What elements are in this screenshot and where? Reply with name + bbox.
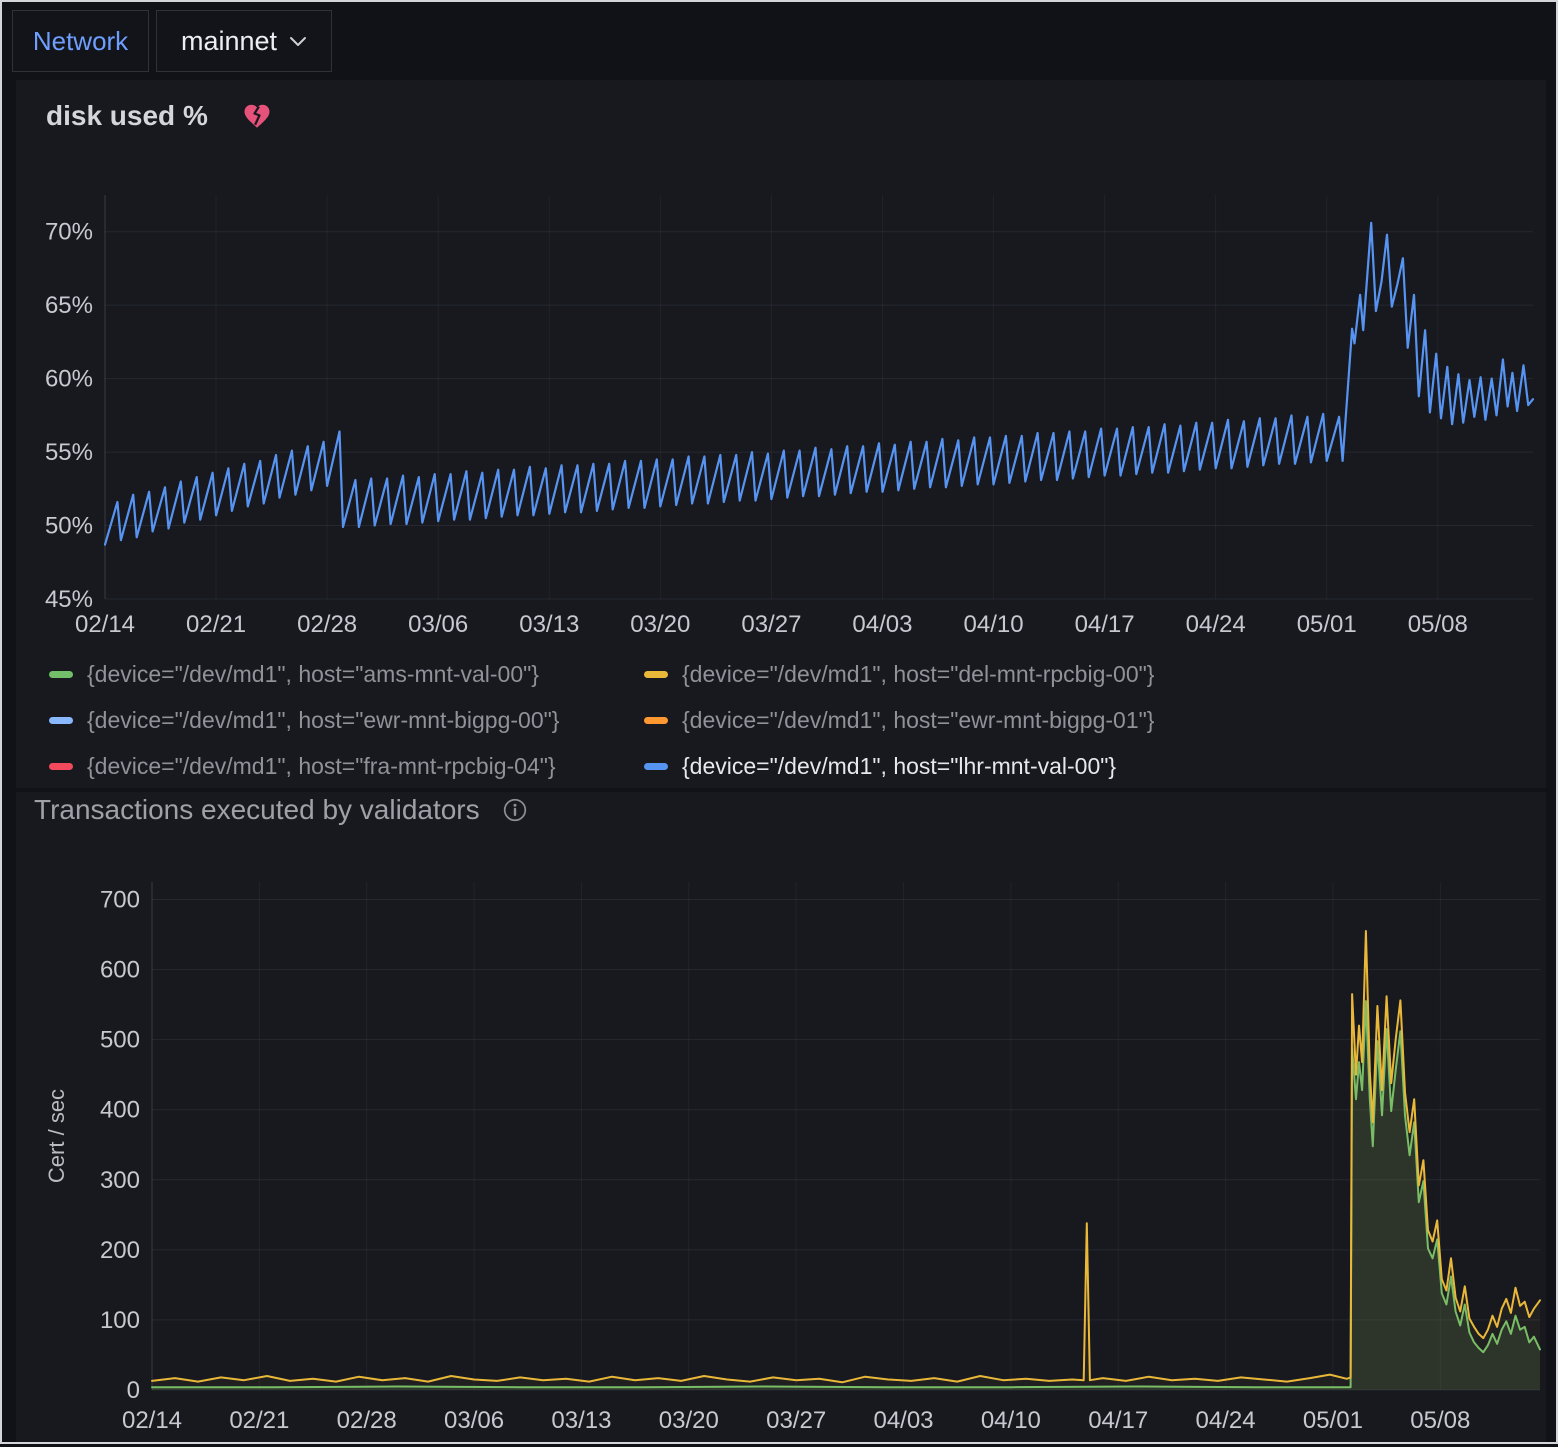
legend-item-3[interactable]: {device="/dev/md1", host="ewr-mnt-bigpg-… [644,704,1154,737]
y-tick-label: 400 [100,1097,140,1124]
x-tick-label: 03/20 [659,1407,719,1434]
x-tick-label: 02/21 [229,1407,289,1434]
disk-legend: {device="/dev/md1", host="ams-mnt-val-00… [49,658,1154,783]
x-tick-label: 03/27 [766,1407,826,1434]
legend-item-5[interactable]: {device="/dev/md1", host="lhr-mnt-val-00… [644,750,1154,783]
legend-series-color-chip [644,717,668,724]
x-tick-label: 03/13 [551,1407,611,1434]
tx-chart-svg[interactable]: 02/14 02/21 02/28 03/06 03/13 03/20 03/27 04/03… [16,852,1546,1442]
y-tick-label: 70% [45,219,93,246]
legend-series-label: {device="/dev/md1", host="ewr-mnt-bigpg-… [87,704,559,737]
x-tick-label: 04/03 [852,611,912,638]
disk-used-chart[interactable]: 02/14 02/21 02/28 03/06 03/13 03/20 03/27 04/03… [16,180,1546,655]
x-tick-label: 03/06 [444,1407,504,1434]
y-tick-label: 600 [100,957,140,984]
legend-series-color-chip [644,671,668,678]
transactions-chart[interactable]: 02/14 02/21 02/28 03/06 03/13 03/20 03/27 04/03… [16,852,1546,1447]
y-tick-label: 300 [100,1167,140,1194]
panel-transactions: Transactions executed by validators Cert… [16,792,1546,1442]
legend-series-label: {device="/dev/md1", host="ams-mnt-val-00… [87,658,539,691]
legend-series-color-chip [49,763,73,770]
x-tick-label: 04/24 [1196,1407,1256,1434]
x-tick-label: 03/13 [519,611,579,638]
y-tick-label: 45% [45,586,93,613]
x-tick-label: 02/21 [186,611,246,638]
info-icon[interactable] [502,797,528,823]
panel-disk-title[interactable]: disk used % [46,100,208,132]
legend-series-color-chip [49,717,73,724]
x-tick-label: 03/20 [630,611,690,638]
legend-item-4[interactable]: {device="/dev/md1", host="fra-mnt-rpcbig… [49,750,644,783]
x-tick-label: 04/17 [1088,1407,1148,1434]
x-tick-label: 04/17 [1075,611,1135,638]
x-tick-label: 05/08 [1408,611,1468,638]
legend-series-color-chip [49,671,73,678]
disk-chart-svg[interactable]: 02/14 02/21 02/28 03/06 03/13 03/20 03/27 04/03… [16,180,1546,650]
panel-disk-used: disk used % 02/14 02/21 02/28 03/06 03/13 03/… [16,80,1546,788]
y-tick-label: 700 [100,887,140,914]
x-tick-label: 03/06 [408,611,468,638]
x-tick-label: 04/10 [964,611,1024,638]
x-tick-label: 05/01 [1297,611,1357,638]
legend-item-2[interactable]: {device="/dev/md1", host="ewr-mnt-bigpg-… [49,704,644,737]
y-tick-label: 100 [100,1307,140,1334]
y-tick-label: 500 [100,1027,140,1054]
y-tick-label: 0 [127,1377,140,1404]
disk-series-line--device-dev-md1-host-lhr-mnt-val-00-[interactable] [105,223,1533,545]
y-tick-label: 200 [100,1237,140,1264]
grafana-dashboard: { "header": { "network_label": "Network"… [0,0,1558,1444]
network-variable-dropdown[interactable]: mainnet [156,10,332,72]
legend-item-0[interactable]: {device="/dev/md1", host="ams-mnt-val-00… [49,658,644,691]
tx-series-fill-green [152,1001,1540,1390]
network-variable-value[interactable]: mainnet [181,26,277,57]
panel-transactions-title[interactable]: Transactions executed by validators [34,794,480,826]
x-tick-label: 02/14 [75,611,135,638]
x-tick-label: 04/10 [981,1407,1041,1434]
chevron-down-icon [289,36,307,47]
tx-series-line-green[interactable] [152,1001,1540,1387]
legend-series-color-chip [644,763,668,770]
tx-series-fill-yellow [152,931,1540,1390]
x-tick-label: 02/14 [122,1407,182,1434]
y-tick-label: 65% [45,292,93,319]
x-tick-label: 03/27 [741,611,801,638]
x-tick-label: 04/24 [1186,611,1246,638]
y-tick-label: 50% [45,513,93,540]
legend-series-label: {device="/dev/md1", host="del-mnt-rpcbig… [682,658,1154,691]
legend-series-label: {device="/dev/md1", host="fra-mnt-rpcbig… [87,750,556,783]
legend-item-1[interactable]: {device="/dev/md1", host="del-mnt-rpcbig… [644,658,1154,691]
x-tick-label: 02/28 [337,1407,397,1434]
x-tick-label: 02/28 [297,611,357,638]
network-variable-label: Network [33,26,128,57]
broken-heart-icon [242,101,272,131]
x-tick-label: 05/08 [1410,1407,1470,1434]
x-tick-label: 04/03 [873,1407,933,1434]
y-tick-label: 60% [45,366,93,393]
legend-series-label: {device="/dev/md1", host="lhr-mnt-val-00… [682,750,1116,783]
y-tick-label: 55% [45,439,93,466]
network-variable-label-box: Network [12,10,149,72]
tx-series-line-yellow[interactable] [152,931,1540,1382]
legend-series-label: {device="/dev/md1", host="ewr-mnt-bigpg-… [682,704,1154,737]
x-tick-label: 05/01 [1303,1407,1363,1434]
